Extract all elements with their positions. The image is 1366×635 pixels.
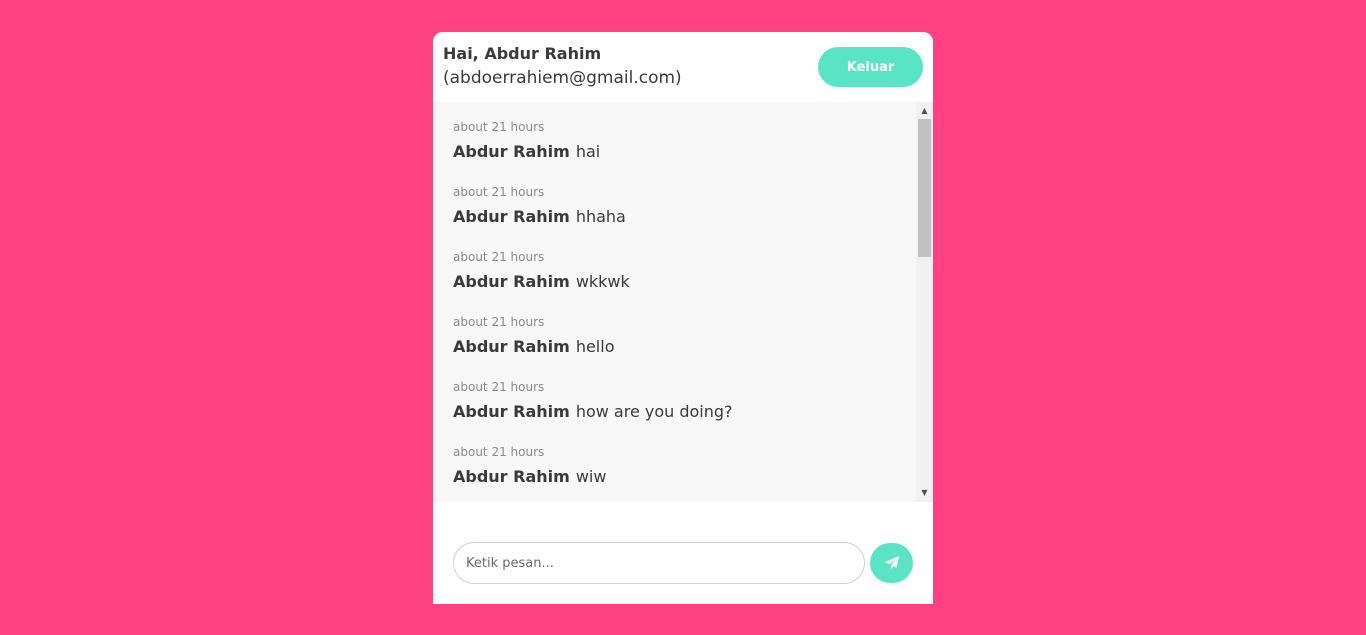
message-item: about 21 hours Abdur Rahim wiw: [453, 445, 913, 510]
message-line: Abdur Rahim wiw: [453, 467, 913, 486]
logout-button[interactable]: Keluar: [818, 47, 923, 87]
message-text: how are you doing?: [575, 402, 733, 421]
message-line: Abdur Rahim hhaha: [453, 207, 913, 226]
message-input[interactable]: [453, 542, 865, 584]
message-items: about 21 hours Abdur Rahim hai about 21 h…: [453, 120, 913, 510]
message-text: wiw: [575, 467, 607, 486]
message-time: about 21 hours: [453, 445, 545, 459]
message-author: Abdur Rahim: [453, 467, 570, 486]
message-line: Abdur Rahim how are you doing?: [453, 402, 913, 421]
message-author: Abdur Rahim: [453, 272, 570, 291]
message-list[interactable]: about 21 hours Abdur Rahim hai about 21 h…: [433, 102, 933, 502]
message-item: about 21 hours Abdur Rahim hai: [453, 120, 913, 185]
paper-plane-icon: [884, 555, 899, 570]
send-button[interactable]: [870, 543, 913, 583]
message-scrollbar[interactable]: ▲ ▼: [916, 102, 933, 502]
message-time: about 21 hours: [453, 185, 545, 199]
message-line: Abdur Rahim hello: [453, 337, 913, 356]
user-greeting: Hai, Abdur Rahim: [443, 44, 602, 63]
message-time: about 21 hours: [453, 120, 545, 134]
message-composer: [433, 502, 933, 604]
user-email: (abdoerrahiem@gmail.com): [443, 68, 682, 88]
message-time: about 21 hours: [453, 380, 545, 394]
scroll-thumb[interactable]: [918, 119, 931, 257]
scroll-up-arrow-icon[interactable]: ▲: [916, 104, 933, 118]
message-line: Abdur Rahim wkkwk: [453, 272, 913, 291]
message-text: hai: [575, 142, 601, 161]
message-item: about 21 hours Abdur Rahim hello: [453, 315, 913, 380]
message-text: hhaha: [575, 207, 626, 226]
chat-card: Hai, Abdur Rahim (abdoerrahiem@gmail.com…: [433, 32, 933, 604]
message-author: Abdur Rahim: [453, 337, 570, 356]
message-author: Abdur Rahim: [453, 402, 570, 421]
message-line: Abdur Rahim hai: [453, 142, 913, 161]
chat-header: Hai, Abdur Rahim (abdoerrahiem@gmail.com…: [433, 32, 933, 102]
message-item: about 21 hours Abdur Rahim how are you do…: [453, 380, 913, 445]
message-author: Abdur Rahim: [453, 207, 570, 226]
message-time: about 21 hours: [453, 315, 545, 329]
message-author: Abdur Rahim: [453, 142, 570, 161]
message-time: about 21 hours: [453, 250, 545, 264]
message-text: hello: [575, 337, 615, 356]
message-text: wkkwk: [575, 272, 630, 291]
message-item: about 21 hours Abdur Rahim hhaha: [453, 185, 913, 250]
message-item: about 21 hours Abdur Rahim wkkwk: [453, 250, 913, 315]
scroll-down-arrow-icon[interactable]: ▼: [916, 486, 933, 500]
